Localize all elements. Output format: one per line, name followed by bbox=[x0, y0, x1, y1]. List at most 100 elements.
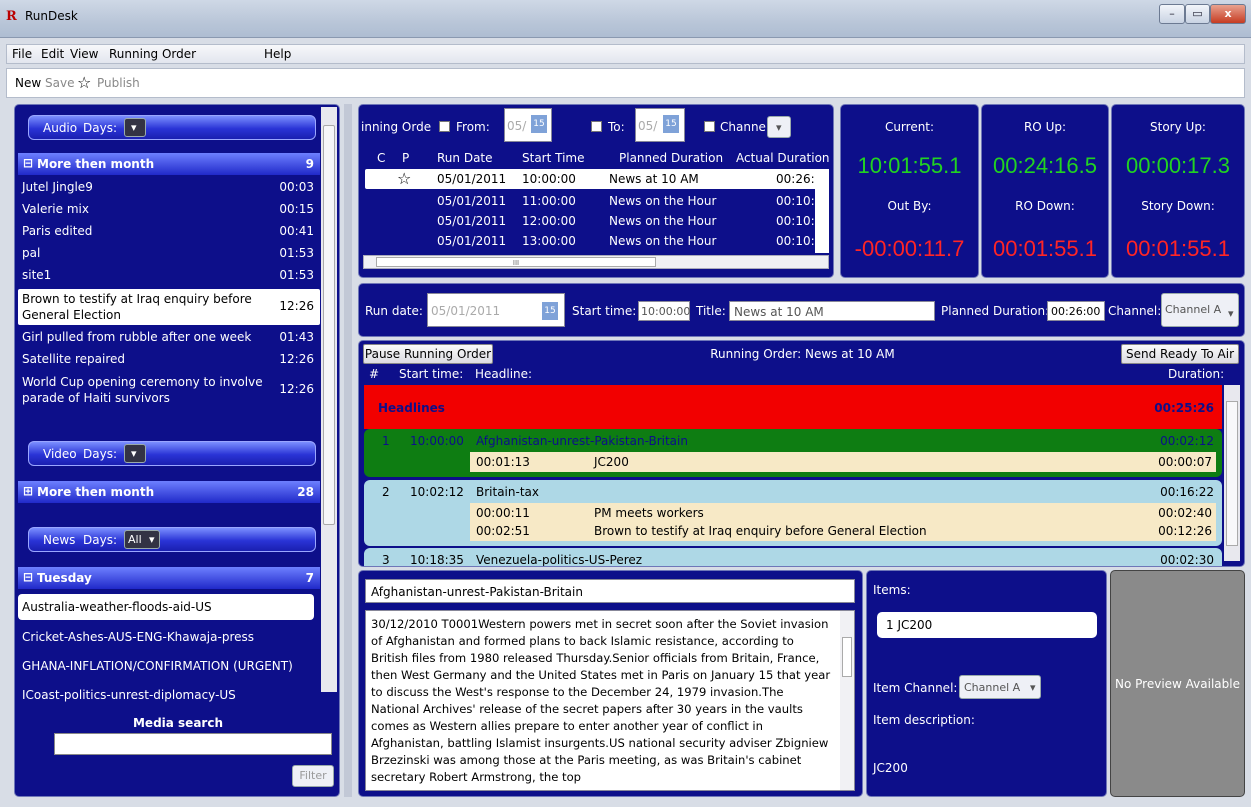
list-item-selected[interactable]: Brown to testify at Iraq enquiry before … bbox=[18, 289, 320, 325]
table-row[interactable]: 05/01/2011 11:00:00 News on the Hour 00:… bbox=[365, 192, 825, 211]
channel-label: Channe bbox=[720, 120, 766, 134]
media-panel: Audio Days: ▾ ⊟ More then month 9 Jutel … bbox=[14, 104, 340, 797]
video-section-count: 28 bbox=[297, 485, 314, 499]
col-planned-duration[interactable]: Planned Duration bbox=[619, 151, 723, 165]
story-title-input[interactable]: Afghanistan-unrest-Pakistan-Britain bbox=[365, 579, 855, 603]
item-channel-dropdown[interactable]: Channel A ▾ bbox=[959, 675, 1041, 699]
col-run-date[interactable]: Run Date bbox=[437, 151, 493, 165]
list-item[interactable]: ICoast-politics-unrest-diplomacy-US bbox=[18, 685, 320, 707]
table-row[interactable]: 05/01/2011 13:00:00 News on the Hour 00:… bbox=[365, 232, 825, 251]
new-button[interactable]: New bbox=[15, 76, 41, 90]
calendar-icon[interactable]: 15 bbox=[663, 115, 679, 133]
title-input[interactable]: News at 10 AM bbox=[729, 301, 935, 321]
start-time-input[interactable]: 10:00:00 bbox=[638, 301, 690, 321]
audio-label: Audio bbox=[43, 121, 78, 135]
from-date-input[interactable]: 05/ 15 bbox=[504, 108, 552, 142]
filter-button[interactable]: Filter bbox=[292, 765, 334, 787]
items-label: Items: bbox=[873, 583, 911, 597]
news-days-label: Days: bbox=[83, 533, 117, 547]
planned-duration-input[interactable]: 00:26:00 bbox=[1047, 301, 1105, 321]
publish-button[interactable]: Publish bbox=[97, 76, 140, 90]
ro-vscroll[interactable] bbox=[1224, 385, 1240, 561]
col-num: # bbox=[369, 367, 380, 381]
channel-checkbox[interactable] bbox=[704, 121, 715, 132]
list-item[interactable]: Satellite repaired 12:26 bbox=[18, 349, 320, 371]
list-item[interactable]: World Cup opening ceremony to involve pa… bbox=[18, 371, 320, 411]
channel-dropdown[interactable]: ▾ bbox=[767, 116, 791, 138]
from-checkbox[interactable] bbox=[439, 121, 450, 132]
list-item[interactable]: Cricket-Ashes-AUS-ENG-Khawaja-press bbox=[18, 627, 320, 649]
story-item-row[interactable]: 00:02:51 Brown to testify at Iraq enquir… bbox=[470, 521, 1216, 539]
menu-view[interactable]: View bbox=[70, 47, 98, 61]
current-time: 10:01:55.1 bbox=[857, 153, 962, 178]
collapse-icon[interactable]: ⊟ bbox=[23, 156, 33, 170]
minimize-button[interactable]: – bbox=[1159, 4, 1185, 24]
running-order-list-panel: inning Orde From: 05/ 15 To: 05/ 15 Chan… bbox=[358, 104, 834, 278]
table-row-selected[interactable]: ☆ 05/01/2011 10:00:00 News at 10 AM 00:2… bbox=[365, 169, 825, 189]
to-checkbox[interactable] bbox=[591, 121, 602, 132]
list-item[interactable]: pal 01:53 bbox=[18, 243, 320, 265]
story-body-textarea[interactable]: 30/12/2010 T0001Western powers met in se… bbox=[365, 610, 855, 791]
story-detail-panel: Afghanistan-unrest-Pakistan-Britain 30/1… bbox=[358, 570, 863, 797]
rodown-time: 00:01:55.1 bbox=[993, 236, 1097, 261]
news-days-dropdown[interactable]: All ▾ bbox=[124, 530, 160, 549]
ro-list-hscroll[interactable]: III bbox=[363, 255, 829, 269]
news-section-header[interactable]: ⊟ Tuesday 7 bbox=[18, 567, 320, 589]
table-row[interactable]: 05/01/2011 12:00:00 News on the Hour 00:… bbox=[365, 212, 825, 231]
story-item-row[interactable]: 00:01:13 JC200 00:00:07 bbox=[470, 452, 1216, 472]
ro-list-hscroll-thumb[interactable]: III bbox=[376, 257, 656, 267]
storyup-label: Story Up: bbox=[1150, 120, 1206, 134]
list-item[interactable]: Paris edited 00:41 bbox=[18, 221, 320, 243]
run-date-input[interactable]: 05/01/2011 15 bbox=[427, 293, 565, 327]
window-title: RunDesk bbox=[25, 9, 78, 23]
calendar-icon[interactable]: 15 bbox=[531, 115, 547, 133]
video-section-header[interactable]: ⊞ More then month 28 bbox=[18, 481, 320, 503]
calendar-icon[interactable]: 15 bbox=[542, 302, 558, 320]
list-item[interactable]: Jutel Jingle9 00:03 bbox=[18, 177, 320, 199]
ro-list-vscroll[interactable] bbox=[815, 169, 829, 253]
story-body-scroll-thumb[interactable] bbox=[842, 637, 852, 677]
maximize-button[interactable]: ▭ bbox=[1185, 4, 1210, 24]
story-row[interactable]: 2 10:02:12 Britain-tax 00:16:22 00:00:11… bbox=[364, 480, 1222, 546]
menu-edit[interactable]: Edit bbox=[41, 47, 64, 61]
story-item-row[interactable]: 00:00:11 PM meets workers 00:02:40 bbox=[470, 503, 1216, 521]
list-item[interactable]: site1 01:53 bbox=[18, 265, 320, 287]
star-icon[interactable]: ☆ bbox=[397, 169, 411, 188]
media-scroll-thumb[interactable] bbox=[323, 125, 335, 525]
panel-splitter[interactable] bbox=[344, 104, 352, 797]
close-button[interactable]: x bbox=[1210, 4, 1246, 24]
headlines-section[interactable]: Headlines 00:25:26 bbox=[364, 385, 1222, 429]
menu-help[interactable]: Help bbox=[264, 47, 291, 61]
to-date-input[interactable]: 05/ 15 bbox=[635, 108, 685, 142]
menu-file[interactable]: File bbox=[12, 47, 32, 61]
item-list-entry[interactable]: 1 JC200 bbox=[877, 612, 1097, 638]
story-row[interactable]: 3 10:18:35 Venezuela-politics-US-Perez 0… bbox=[364, 548, 1222, 566]
media-scrollbar[interactable] bbox=[321, 107, 337, 692]
menu-running-order[interactable]: Running Order bbox=[109, 47, 196, 61]
video-days-dropdown[interactable]: ▾ bbox=[124, 444, 146, 463]
start-time-label: Start time: bbox=[572, 304, 637, 318]
outby-label: Out By: bbox=[887, 199, 932, 213]
list-item[interactable]: Valerie mix 00:15 bbox=[18, 199, 320, 221]
ro-vscroll-thumb[interactable] bbox=[1226, 401, 1238, 546]
expand-icon[interactable]: ⊞ bbox=[23, 484, 33, 498]
audio-days-dropdown[interactable]: ▾ bbox=[124, 118, 146, 137]
save-button[interactable]: Save bbox=[45, 76, 74, 90]
audio-section-header[interactable]: ⊟ More then month 9 bbox=[18, 153, 320, 175]
list-item[interactable]: Girl pulled from rubble after one week 01… bbox=[18, 327, 320, 349]
app-logo-icon: R bbox=[6, 9, 17, 24]
item-channel-label: Item Channel: bbox=[873, 681, 958, 695]
list-item-selected[interactable]: Australia-weather-floods-aid-US bbox=[18, 594, 314, 620]
story-row-selected[interactable]: 1 10:00:00 Afghanistan-unrest-Pakistan-B… bbox=[364, 429, 1222, 477]
ro-filter-label: inning Orde bbox=[361, 120, 432, 134]
col-actual-duration[interactable]: Actual Duration bbox=[736, 151, 830, 165]
media-search-input[interactable] bbox=[54, 733, 332, 755]
collapse-icon[interactable]: ⊟ bbox=[23, 570, 33, 584]
send-ready-to-air-button[interactable]: Send Ready To Air bbox=[1121, 344, 1239, 364]
list-item[interactable]: GHANA-INFLATION/CONFIRMATION (URGENT) bbox=[18, 656, 320, 678]
col-start-time[interactable]: Start Time bbox=[522, 151, 585, 165]
channel-dropdown[interactable]: Channel A ▾ bbox=[1161, 293, 1239, 327]
ro-clock-panel: RO Up: 00:24:16.5 RO Down: 00:01:55.1 bbox=[981, 104, 1109, 278]
story-body-scrollbar[interactable] bbox=[840, 611, 854, 790]
storydown-time: 00:01:55.1 bbox=[1126, 236, 1230, 261]
